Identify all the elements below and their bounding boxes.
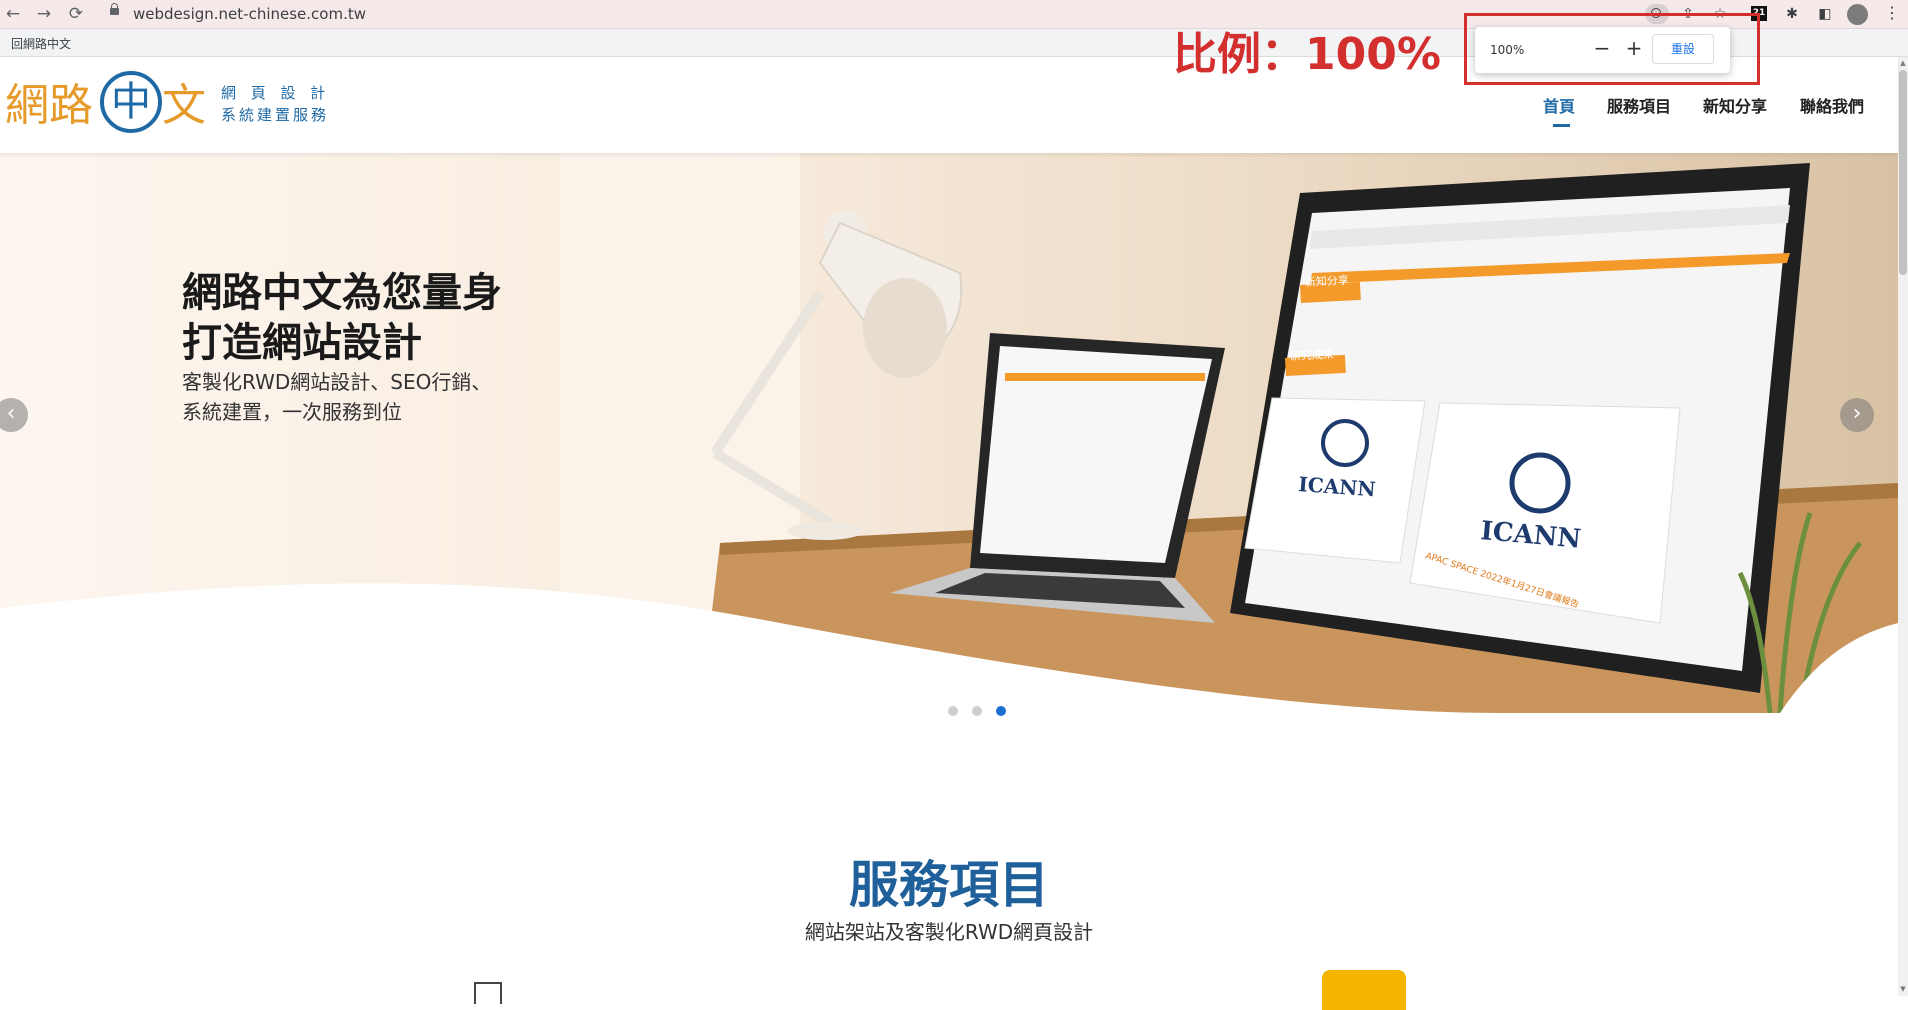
hero-title-line-2: 打造網站設計 — [182, 320, 422, 366]
nav-home[interactable]: 首頁 — [1543, 93, 1575, 117]
menu-icon[interactable]: ⋮ — [1884, 4, 1900, 24]
scrollbar-thumb[interactable] — [1899, 70, 1907, 275]
scroll-down-icon[interactable]: ▼ — [1899, 985, 1907, 993]
screen-research-tag: 研究成果 — [1289, 347, 1334, 363]
hero-carousel: ICANN ICANN 新知分享 研究成果 APAC SPACE 2022年1月… — [0, 153, 1898, 713]
annotation-text: 比例：100% — [1173, 29, 1441, 80]
service-icon — [474, 982, 502, 1004]
annotation-box — [1464, 13, 1760, 85]
logo-circle-char: 中 — [100, 71, 162, 133]
puzzle-extensions-icon[interactable]: ✱ — [1782, 4, 1802, 24]
carousel-next-button[interactable]: › — [1840, 398, 1874, 432]
nav-news[interactable]: 新知分享 — [1703, 93, 1767, 117]
nav-services[interactable]: 服務項目 — [1607, 93, 1671, 117]
address-bar[interactable]: webdesign.net-chinese.com.tw — [133, 5, 366, 23]
logo-text-right: 文 — [162, 80, 206, 131]
hero-title-line-1: 網路中文為您量身 — [182, 270, 502, 316]
hero-subtitle: 客製化RWD網站設計、SEO行銷、 系統建置，一次服務到位 — [182, 367, 491, 427]
screen-news-tag: 新知分享 — [1304, 273, 1349, 289]
hero-subtitle-line-2: 系統建置，一次服務到位 — [182, 400, 402, 424]
nav-active-indicator — [1553, 124, 1570, 127]
logo-text-left: 網路 — [5, 80, 93, 131]
hero-illustration: ICANN ICANN 新知分享 研究成果 APAC SPACE 2022年1月… — [0, 153, 1898, 713]
services-title: 服務項目 — [849, 856, 1049, 914]
bookmark-item[interactable]: 回網路中文 — [11, 35, 71, 52]
logo-tagline-2: 系統建置服務 — [221, 106, 330, 124]
carousel-dot-1[interactable] — [948, 706, 958, 716]
forward-icon[interactable]: → — [34, 4, 54, 24]
services-subtitle: 網站架站及客製化RWD網頁設計 — [804, 920, 1094, 944]
service-badge-icon — [1322, 970, 1406, 1010]
profile-avatar[interactable] — [1847, 4, 1868, 25]
scroll-up-icon[interactable]: ▲ — [1899, 59, 1907, 67]
reload-icon[interactable]: ⟳ — [66, 4, 86, 24]
hero-title: 網路中文為您量身 打造網站設計 — [182, 268, 502, 368]
side-panel-icon[interactable]: ◧ — [1815, 4, 1835, 24]
lock-icon[interactable] — [110, 3, 119, 15]
carousel-dot-3[interactable] — [996, 706, 1006, 716]
carousel-dot-2[interactable] — [972, 706, 982, 716]
back-icon[interactable]: ← — [3, 4, 23, 24]
hero-subtitle-line-1: 客製化RWD網站設計、SEO行銷、 — [182, 370, 492, 394]
nav-contact[interactable]: 聯絡我們 — [1800, 93, 1864, 117]
logo-tagline-1: 網 頁 設 計 — [221, 84, 331, 102]
